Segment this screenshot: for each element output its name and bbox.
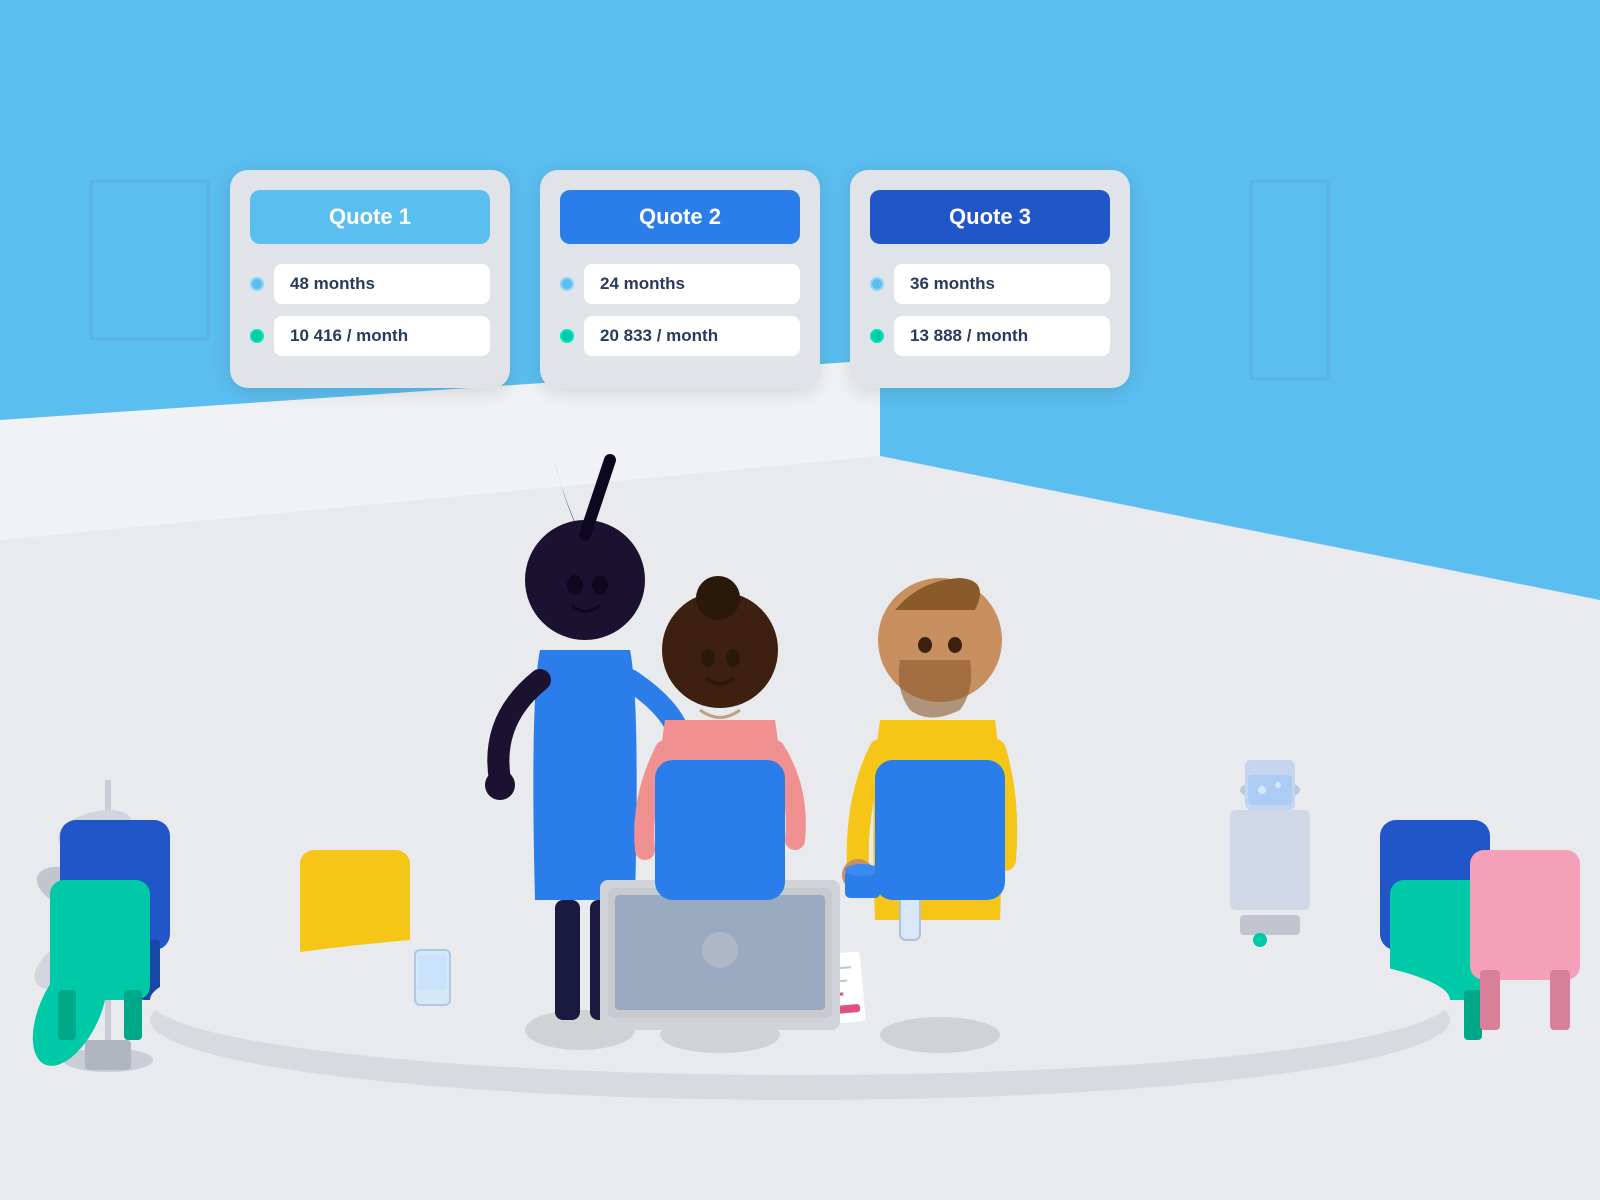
- dot-payment-2: [560, 329, 574, 343]
- quote-card-3-payment-row: 13 888 / month: [870, 316, 1110, 356]
- dot-payment-3: [870, 329, 884, 343]
- quote-card-1-duration: 48 months: [274, 264, 490, 304]
- quote-card-3-payment: 13 888 / month: [894, 316, 1110, 356]
- quote-card-2-payment: 20 833 / month: [584, 316, 800, 356]
- dot-duration-1: [250, 277, 264, 291]
- quote-card-2-payment-row: 20 833 / month: [560, 316, 800, 356]
- quote-card-1-duration-row: 48 months: [250, 264, 490, 304]
- quote-card-1[interactable]: Quote 1 48 months 10 416 / month: [230, 170, 510, 388]
- quote-card-1-title: Quote 1: [329, 204, 411, 229]
- dot-duration-2: [560, 277, 574, 291]
- quote-card-2-duration-row: 24 months: [560, 264, 800, 304]
- quote-card-3-duration-row: 36 months: [870, 264, 1110, 304]
- window-right: [1250, 180, 1330, 380]
- main-scene: Quote 1 48 months 10 416 / month Quote 2…: [0, 0, 1600, 1200]
- quote-card-2-title: Quote 2: [639, 204, 721, 229]
- quote-card-2-duration: 24 months: [584, 264, 800, 304]
- cards-container: Quote 1 48 months 10 416 / month Quote 2…: [230, 170, 1130, 388]
- dot-duration-3: [870, 277, 884, 291]
- quote-card-1-header: Quote 1: [250, 190, 490, 244]
- quote-card-1-payment: 10 416 / month: [274, 316, 490, 356]
- quote-card-1-payment-row: 10 416 / month: [250, 316, 490, 356]
- quote-card-2[interactable]: Quote 2 24 months 20 833 / month: [540, 170, 820, 388]
- dot-payment-1: [250, 329, 264, 343]
- quote-card-3[interactable]: Quote 3 36 months 13 888 / month: [850, 170, 1130, 388]
- quote-card-3-duration: 36 months: [894, 264, 1110, 304]
- window-left: [90, 180, 210, 340]
- quote-card-2-header: Quote 2: [560, 190, 800, 244]
- quote-card-3-header: Quote 3: [870, 190, 1110, 244]
- quote-card-3-title: Quote 3: [949, 204, 1031, 229]
